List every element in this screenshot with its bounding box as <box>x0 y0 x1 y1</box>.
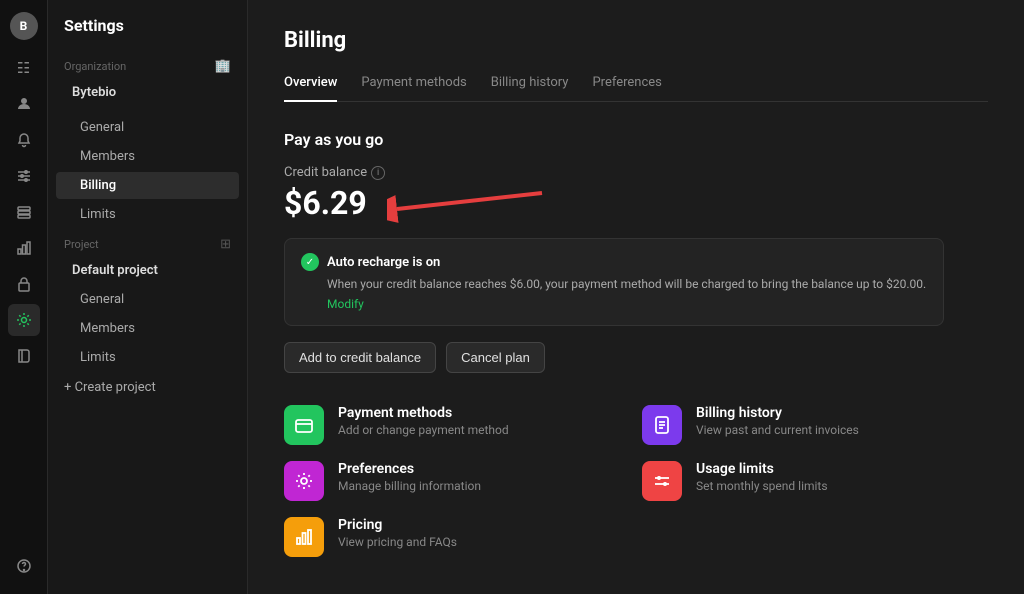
billing-history-icon <box>642 405 682 445</box>
tab-payment-methods[interactable]: Payment methods <box>361 69 466 102</box>
sidebar-item-org-limits[interactable]: Limits <box>56 201 239 228</box>
usage-limits-text: Usage limits Set monthly spend limits <box>696 461 828 493</box>
create-project-button[interactable]: + Create project <box>48 372 247 403</box>
recharge-title: Auto recharge is on <box>327 255 440 270</box>
sidebar-item-proj-general[interactable]: General <box>56 286 239 313</box>
check-icon: ✓ <box>301 253 319 271</box>
project-section: Project ⊞ <box>48 229 247 256</box>
avatar[interactable]: B <box>10 12 38 40</box>
payment-methods-card[interactable]: Payment methods Add or change payment me… <box>284 405 626 445</box>
sidebar-project-name: Default project <box>56 257 239 284</box>
recharge-description: When your credit balance reaches $6.00, … <box>327 275 927 293</box>
add-credit-button[interactable]: Add to credit balance <box>284 342 436 373</box>
info-icon[interactable]: i <box>371 166 385 180</box>
help-icon[interactable] <box>8 550 40 582</box>
preferences-card[interactable]: Preferences Manage billing information <box>284 461 626 501</box>
payment-methods-text: Payment methods Add or change payment me… <box>338 405 509 437</box>
org-name-label <box>48 107 247 113</box>
settings-icon[interactable] <box>8 304 40 336</box>
arrow-indicator <box>387 181 547 231</box>
payment-methods-icon <box>284 405 324 445</box>
lock-icon[interactable] <box>8 268 40 300</box>
sidebar-item-proj-limits[interactable]: Limits <box>56 344 239 371</box>
organization-icon: 🏢 <box>215 59 231 74</box>
settings-title: Settings <box>48 16 247 51</box>
layers-icon[interactable] <box>8 196 40 228</box>
sidebar-item-proj-members[interactable]: Members <box>56 315 239 342</box>
auto-recharge-box: ✓ Auto recharge is on When your credit b… <box>284 238 944 326</box>
preferences-text: Preferences Manage billing information <box>338 461 481 493</box>
project-icon: ⊞ <box>220 237 231 252</box>
sidebar-item-billing[interactable]: Billing <box>56 172 239 199</box>
main-content: Billing Overview Payment methods Billing… <box>248 0 1024 594</box>
tab-billing-history[interactable]: Billing history <box>491 69 569 102</box>
pricing-card[interactable]: Pricing View pricing and FAQs <box>284 517 626 557</box>
page-title: Billing <box>284 28 988 53</box>
usage-limits-card[interactable]: Usage limits Set monthly spend limits <box>642 461 984 501</box>
credit-amount: $6.29 <box>284 184 367 222</box>
recharge-modify-link[interactable]: Modify <box>327 297 927 311</box>
organization-section: Organization 🏢 <box>48 51 247 78</box>
book-icon[interactable] <box>8 340 40 372</box>
grid-icon[interactable]: ☷ <box>8 52 40 84</box>
billing-history-card[interactable]: Billing history View past and current in… <box>642 405 984 445</box>
usage-limits-icon <box>642 461 682 501</box>
tab-preferences[interactable]: Preferences <box>592 69 661 102</box>
icon-rail: B ☷ <box>0 0 48 594</box>
pricing-icon <box>284 517 324 557</box>
pricing-text: Pricing View pricing and FAQs <box>338 517 457 549</box>
bell-icon[interactable] <box>8 124 40 156</box>
sidebar-item-org-general[interactable]: General <box>56 114 239 141</box>
cancel-plan-button[interactable]: Cancel plan <box>446 342 545 373</box>
credit-balance-label: Credit balance i <box>284 165 988 180</box>
sidebar-item-org-members[interactable]: Members <box>56 143 239 170</box>
chart-icon[interactable] <box>8 232 40 264</box>
cards-grid: Payment methods Add or change payment me… <box>284 405 984 557</box>
billing-tabs: Overview Payment methods Billing history… <box>284 69 988 102</box>
preferences-icon <box>284 461 324 501</box>
billing-history-text: Billing history View past and current in… <box>696 405 859 437</box>
action-buttons: Add to credit balance Cancel plan <box>284 342 988 373</box>
tab-overview[interactable]: Overview <box>284 69 337 102</box>
sliders-icon[interactable] <box>8 160 40 192</box>
section-heading: Pay as you go <box>284 130 988 149</box>
sidebar: Settings Organization 🏢 Bytebio General … <box>48 0 248 594</box>
recharge-header: ✓ Auto recharge is on <box>301 253 927 271</box>
sidebar-item-org-name: Bytebio <box>56 79 239 106</box>
user-icon[interactable] <box>8 88 40 120</box>
